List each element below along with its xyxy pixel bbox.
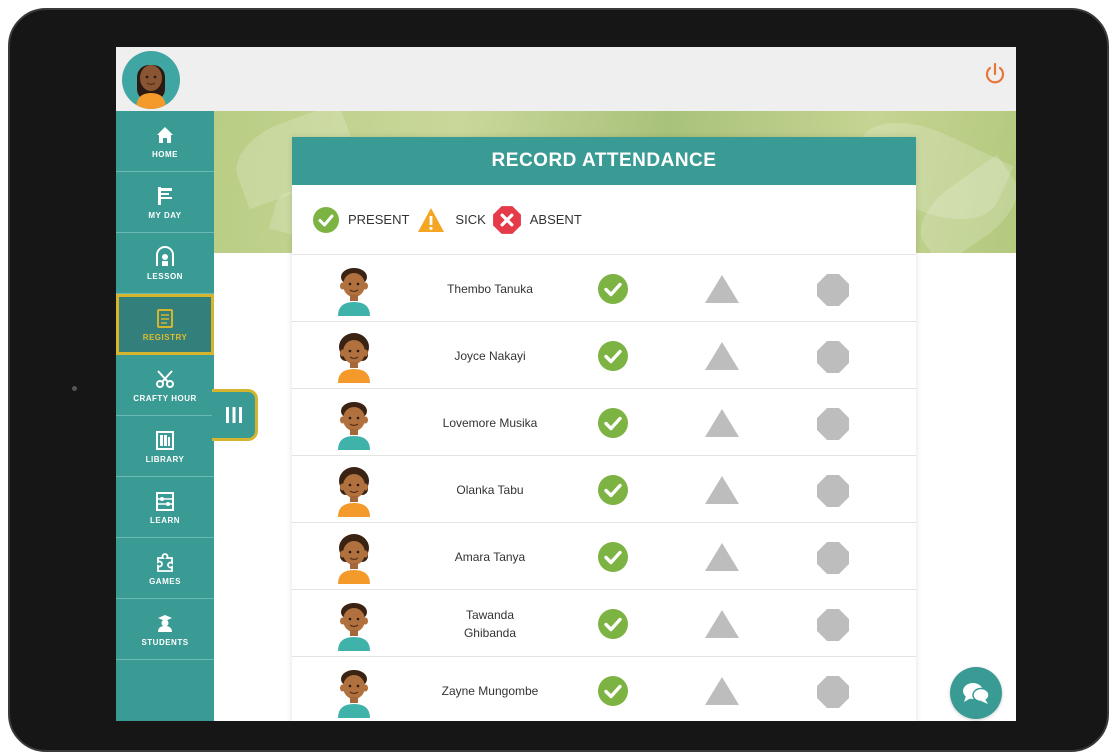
student-avatar [338, 670, 370, 718]
legend-absent-label: ABSENT [529, 212, 582, 227]
student-row: Lovemore Musika [292, 389, 916, 456]
student-row: Amara Tanya [292, 523, 916, 590]
sidebar-item-label: LESSON [147, 271, 183, 281]
student-avatar [338, 467, 370, 517]
sidebar-item-lesson[interactable]: LESSON [116, 233, 214, 294]
library-icon [156, 430, 174, 450]
sidebar-item-label: GAMES [149, 576, 181, 586]
home-icon [157, 126, 173, 143]
sidebar-nav: HOME MY DAY LESSON REGISTRY CRAFTY HOUR … [116, 111, 214, 721]
sidebar-item-learn[interactable]: LEARN [116, 477, 214, 538]
sick-button[interactable] [704, 474, 740, 506]
panel-title: RECORD ATTENDANCE [292, 137, 916, 185]
sidebar-item-label: CRAFTY HOUR [133, 393, 197, 403]
student-row: Tawanda Ghibanda [292, 590, 916, 657]
chat-button[interactable] [950, 667, 1002, 719]
sidebar-item-label: REGISTRY [142, 333, 188, 342]
teacher-icon [156, 245, 174, 266]
present-button[interactable] [597, 474, 629, 506]
legend-present-label: PRESENT [348, 212, 410, 227]
student-avatar [338, 534, 370, 584]
sick-warning-icon [418, 207, 445, 232]
student-avatar [338, 333, 370, 383]
absent-x-icon [492, 205, 521, 234]
student-icon [158, 614, 172, 632]
student-row: Joyce Nakayi [292, 322, 916, 389]
student-row: Thembo Tanuka [292, 255, 916, 322]
student-row: Olanka Tabu [292, 456, 916, 523]
attendance-panel: RECORD ATTENDANCE PRESENT SICK ABSENT Th… [292, 137, 916, 721]
user-avatar[interactable] [122, 51, 180, 109]
student-name: Joyce Nakayi [454, 348, 526, 363]
sick-button[interactable] [704, 675, 740, 707]
student-row: Zayne Mungombe [292, 657, 916, 721]
present-button[interactable] [597, 541, 629, 573]
book-icon [157, 309, 173, 328]
student-avatar [338, 402, 370, 450]
sidebar-item-registry[interactable]: REGISTRY [116, 294, 214, 355]
sidebar-item-label: HOME [152, 149, 178, 159]
top-bar [116, 47, 1016, 111]
student-name: Zayne Mungombe [441, 683, 539, 698]
present-button[interactable] [597, 273, 629, 305]
power-icon[interactable] [982, 61, 1008, 87]
present-button[interactable] [597, 340, 629, 372]
student-list: Thembo Tanuka Joyce Nakayi Lovemore Musika… [292, 255, 916, 721]
sidebar-item-my-day[interactable]: MY DAY [116, 172, 214, 233]
absent-button[interactable] [816, 608, 850, 642]
sidebar-item-games[interactable]: GAMES [116, 538, 214, 599]
flag-icon [158, 186, 172, 205]
sidebar-item-label: STUDENTS [141, 637, 189, 647]
present-button[interactable] [597, 407, 629, 439]
student-avatar [338, 268, 370, 316]
student-name: Thembo Tanuka [447, 281, 533, 296]
app-screen: HOME MY DAY LESSON REGISTRY CRAFTY HOUR … [116, 47, 1016, 721]
abacus-icon [156, 491, 174, 511]
absent-button[interactable] [816, 541, 850, 575]
sidebar-item-students[interactable]: STUDENTS [116, 599, 214, 660]
sick-button[interactable] [704, 608, 740, 640]
student-name: Tawanda Ghibanda [463, 607, 517, 640]
sick-button[interactable] [704, 273, 740, 305]
sick-button[interactable] [704, 407, 740, 439]
puzzle-icon [157, 552, 173, 572]
absent-button[interactable] [816, 340, 850, 374]
drawer-toggle-button[interactable] [212, 389, 258, 441]
student-avatar [338, 603, 370, 651]
present-button[interactable] [597, 608, 629, 640]
student-name: Lovemore Musika [442, 415, 538, 430]
scissors-icon [156, 369, 174, 388]
student-name: Olanka Tabu [456, 482, 524, 497]
absent-button[interactable] [816, 273, 850, 307]
camera-dot [72, 386, 77, 391]
sidebar-item-library[interactable]: LIBRARY [116, 416, 214, 477]
sidebar-item-home[interactable]: HOME [116, 111, 214, 172]
present-button[interactable] [597, 675, 629, 707]
sick-button[interactable] [704, 340, 740, 372]
grid-lines-icon [225, 407, 242, 423]
attendance-legend: PRESENT SICK ABSENT [292, 185, 916, 255]
student-name: Amara Tanya [454, 549, 526, 564]
chat-bubbles-icon [963, 683, 990, 704]
sidebar-item-label: LIBRARY [145, 454, 185, 464]
sidebar-item-crafty-hour[interactable]: CRAFTY HOUR [116, 355, 214, 416]
present-check-icon [313, 206, 339, 233]
absent-button[interactable] [816, 675, 850, 709]
sick-button[interactable] [704, 541, 740, 573]
sidebar-item-label: MY DAY [148, 210, 182, 220]
legend-sick-label: SICK [455, 212, 486, 227]
sidebar-item-label: LEARN [149, 515, 181, 525]
absent-button[interactable] [816, 407, 850, 441]
absent-button[interactable] [816, 474, 850, 508]
